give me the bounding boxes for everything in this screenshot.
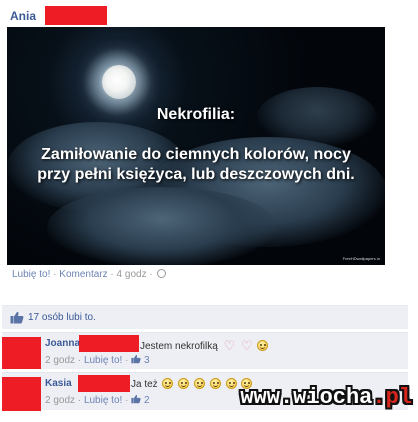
separator-dot: · <box>149 269 153 280</box>
comment-text-content: Jestem nekrofilką <box>140 341 218 352</box>
moon <box>102 65 136 99</box>
redacted-surname <box>45 6 107 25</box>
image-text-line-2: przy pełni księżyca, lub deszczowych dni… <box>37 166 355 183</box>
comment-like-count[interactable]: 2 <box>144 395 150 406</box>
thumbs-up-icon <box>131 355 141 364</box>
post-image[interactable]: Nekrofilia: Zamiłowanie do ciemnych kolo… <box>7 27 385 265</box>
thumbs-up-icon <box>131 395 141 404</box>
comment-text: Jestem nekrofilką ♡ ♡ <box>140 338 269 354</box>
separator-dot: · <box>125 355 129 366</box>
watermark-main: www.wiocha <box>240 385 373 410</box>
commenter-name[interactable]: Kasia <box>45 378 72 389</box>
comment-meta: 2 godz · Lubię to! · 2 <box>45 394 150 406</box>
smiley-emoticon-icon <box>225 378 237 389</box>
separator-dot: · <box>77 355 82 366</box>
redacted-surname <box>79 335 139 352</box>
site-watermark: www.wiocha.pl <box>240 385 412 410</box>
smiley-emoticon-icon <box>257 340 269 351</box>
comment-text-content: Ja też <box>131 379 158 390</box>
separator-dot: · <box>125 395 129 406</box>
image-text-line-1: Zamiłowanie do ciemnych kolorów, nocy <box>41 146 351 163</box>
comment-like-link[interactable]: Lubię to! <box>84 395 122 406</box>
globe-icon[interactable] <box>157 269 167 278</box>
comment-text: Ja też <box>131 378 253 390</box>
smiley-emoticon-icon <box>209 378 221 389</box>
smiley-emoticon-icon <box>178 378 190 389</box>
comment-timestamp[interactable]: 2 godz <box>45 395 75 406</box>
likes-summary: 17 osób lubi to. <box>2 305 408 329</box>
likes-count-link[interactable]: 17 osób lubi to. <box>28 312 96 323</box>
image-credit: FreeHDwallpapers.in <box>342 256 380 261</box>
comment-item: Joanna Jestem nekrofilką ♡ ♡ 2 godz · Lu… <box>2 332 408 369</box>
heart-emoticon-icon: ♡ <box>223 338 236 353</box>
smiley-emoticon-icon <box>162 378 174 389</box>
separator-dot: · <box>77 395 82 406</box>
comment-like-link[interactable]: Lubię to! <box>84 355 122 366</box>
post-author-name[interactable]: Ania <box>10 9 36 23</box>
comment-meta: 2 godz · Lubię to! · 3 <box>45 354 150 366</box>
comment-timestamp[interactable]: 2 godz <box>45 355 75 366</box>
watermark-suffix: .pl <box>372 385 412 410</box>
comment-like-count[interactable]: 3 <box>144 355 150 366</box>
separator-dot: · <box>110 269 114 280</box>
commenter-name[interactable]: Joanna <box>45 338 80 349</box>
post-actions: Lubię to! · Komentarz · 4 godz · <box>12 269 167 280</box>
redacted-surname <box>78 375 130 392</box>
thumbs-up-icon <box>10 311 24 324</box>
image-heading: Nekrofilia: <box>156 106 236 123</box>
post-timestamp[interactable]: 4 godz <box>117 269 147 280</box>
cloud <box>47 187 277 265</box>
smiley-emoticon-icon <box>194 378 206 389</box>
heart-emoticon-icon: ♡ <box>241 338 253 353</box>
comment-link[interactable]: Komentarz <box>59 269 107 280</box>
separator-dot: · <box>53 269 57 280</box>
commenter-avatar-redacted <box>2 377 41 411</box>
like-link[interactable]: Lubię to! <box>12 269 50 280</box>
commenter-avatar-redacted <box>2 337 41 369</box>
